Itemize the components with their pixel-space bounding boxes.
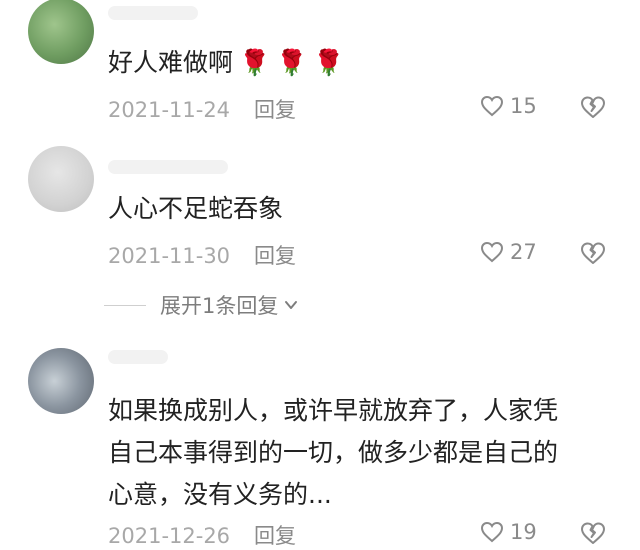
reply-button[interactable]: 回复 (254, 244, 296, 268)
reply-button[interactable]: 回复 (254, 98, 296, 122)
reply-button[interactable]: 回复 (254, 524, 296, 548)
chevron-down-icon (285, 301, 298, 309)
avatar[interactable] (28, 348, 94, 414)
comment-text-line-2: 自己本事得到的一切，做多少都是自己的 (108, 438, 559, 467)
like-button[interactable]: 27 (480, 240, 537, 264)
comment-text-line-3: 心意，没有义务的... (108, 480, 332, 509)
comment-text-content: 人心不足蛇吞象 (108, 194, 284, 223)
broken-heart-icon[interactable] (580, 95, 606, 119)
like-count: 27 (510, 240, 537, 264)
heart-outline-icon (480, 521, 504, 543)
comment-date: 2021-11-24 (108, 98, 231, 122)
avatar[interactable] (28, 0, 94, 64)
like-count: 15 (510, 94, 537, 118)
comment-date: 2021-11-30 (108, 244, 231, 268)
broken-heart-icon[interactable] (580, 241, 606, 265)
like-button[interactable]: 19 (480, 520, 537, 544)
comment-text: 人心不足蛇吞象 (108, 188, 283, 229)
broken-heart-icon[interactable] (580, 521, 606, 545)
username-blurred (108, 160, 228, 174)
comment-meta: 2021-11-30 回复 (108, 240, 296, 270)
divider-line (104, 304, 146, 306)
avatar[interactable] (28, 146, 94, 212)
like-button[interactable]: 15 (480, 94, 537, 118)
heart-outline-icon (480, 241, 504, 263)
rose-emoji: 🌹🌹🌹 (239, 48, 351, 77)
comment-text-line-1: 如果换成别人，或许早就放弃了，人家凭 (108, 396, 559, 425)
heart-outline-icon (480, 95, 504, 117)
expand-replies-label: 展开1条回复 (160, 294, 279, 318)
username-blurred (108, 350, 168, 364)
comment-date: 2021-12-26 (108, 524, 231, 548)
comment-meta: 2021-11-24 回复 (108, 94, 296, 124)
comment-text: 好人难做啊 🌹🌹🌹 (108, 42, 350, 83)
username-blurred (108, 6, 198, 20)
like-count: 19 (510, 520, 537, 544)
comment-text-content: 好人难做啊 (108, 48, 234, 77)
expand-replies-button[interactable]: 展开1条回复 (104, 290, 298, 320)
